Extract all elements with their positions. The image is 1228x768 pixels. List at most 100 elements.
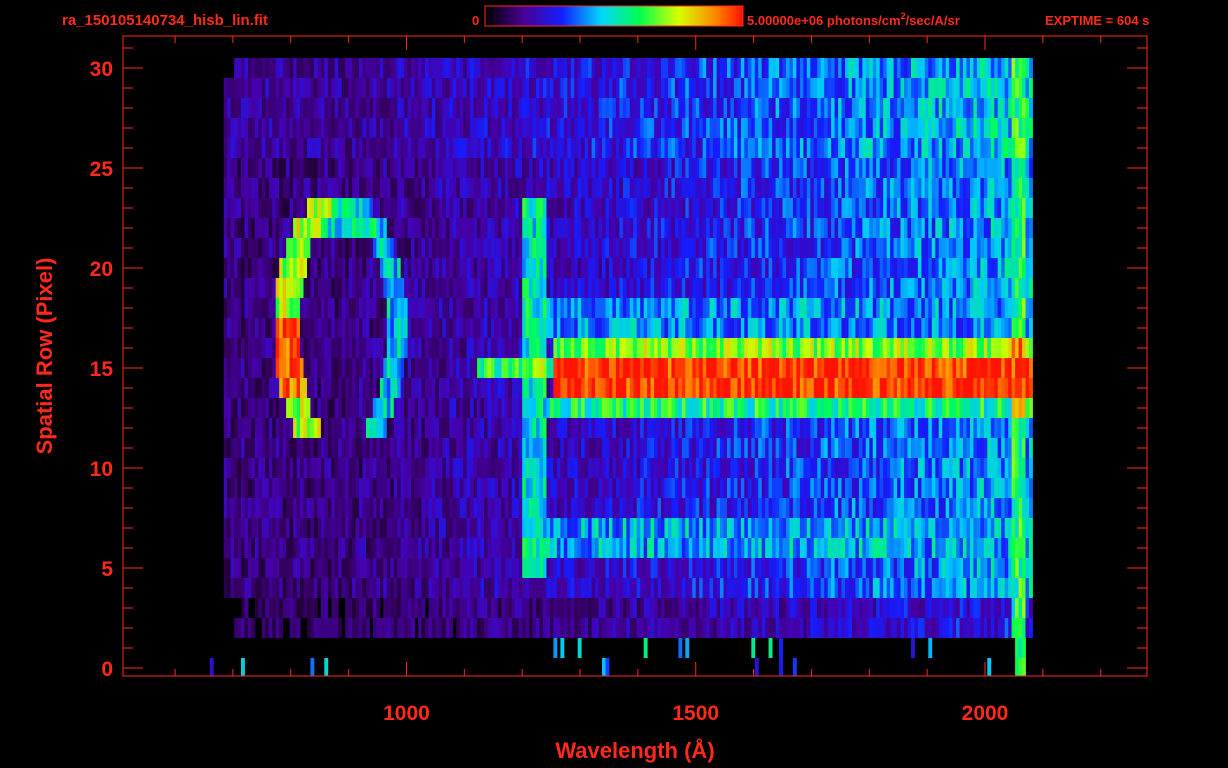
heatmap-cell	[740, 478, 745, 498]
heatmap-cell	[275, 438, 280, 458]
heatmap-cell	[772, 578, 776, 598]
heatmap-cell	[421, 338, 426, 358]
heatmap-cell	[442, 378, 447, 398]
heatmap-cell	[501, 458, 506, 478]
heatmap-cell	[980, 558, 985, 578]
heatmap-cell	[838, 318, 842, 338]
heatmap-cell	[661, 398, 665, 418]
heatmap-cell	[622, 218, 627, 238]
heatmap-cell	[550, 398, 554, 418]
heatmap-cell	[626, 578, 631, 598]
heatmap-cell	[768, 238, 773, 258]
heatmap-cell	[376, 218, 381, 238]
heatmap-cell	[893, 458, 898, 478]
heatmap-cell	[765, 398, 770, 418]
heatmap-cell	[813, 218, 818, 238]
heatmap-cell	[366, 558, 370, 578]
heatmap-cell	[890, 578, 894, 598]
heatmap-cell	[685, 538, 690, 558]
heatmap-cell	[786, 498, 790, 518]
heatmap-cell	[331, 618, 336, 638]
heatmap-cell	[668, 318, 672, 338]
heatmap-cell	[254, 418, 259, 438]
heatmap-cell	[598, 298, 603, 318]
heatmap-cell	[1004, 458, 1009, 478]
heatmap-cell	[563, 278, 568, 298]
heatmap-cell	[841, 498, 846, 518]
heatmap-cell	[959, 598, 964, 618]
heatmap-cell	[383, 238, 388, 258]
heatmap-cell	[546, 398, 551, 418]
heatmap-cell	[786, 438, 790, 458]
heatmap-cell	[654, 278, 658, 298]
heatmap-cell	[827, 578, 832, 598]
heatmap-cell	[473, 458, 478, 478]
heatmap-cell	[685, 338, 690, 358]
heatmap-cell	[251, 318, 256, 338]
heatmap-cell	[421, 578, 426, 598]
heatmap-cell	[435, 598, 440, 618]
heatmap-cell	[855, 518, 860, 538]
heatmap-cell	[300, 378, 304, 398]
heatmap-cell	[831, 458, 835, 478]
heatmap-cell	[820, 618, 825, 638]
heatmap-cell	[282, 438, 287, 458]
heatmap-cell	[942, 338, 947, 358]
heatmap-cell	[553, 518, 558, 538]
heatmap-cell	[671, 418, 676, 438]
heatmap-cell	[376, 538, 381, 558]
heatmap-cell	[751, 478, 756, 498]
heatmap-cell	[699, 218, 704, 238]
heatmap-cell	[473, 238, 478, 258]
heatmap-cell	[626, 538, 631, 558]
heatmap-cell	[431, 538, 436, 558]
heatmap-cell	[810, 618, 815, 638]
heatmap-cell	[268, 518, 273, 538]
heatmap-cell	[879, 218, 884, 238]
heatmap-cell	[348, 338, 353, 358]
heatmap-cell	[487, 478, 492, 498]
heatmap-cell	[501, 318, 506, 338]
heatmap-cell	[459, 498, 464, 518]
heatmap-cell	[397, 518, 402, 538]
heatmap-cell	[928, 418, 933, 438]
heatmap-cell	[938, 338, 943, 358]
heatmap-cell	[227, 418, 231, 438]
heatmap-cell	[418, 518, 422, 538]
heatmap-cell	[1025, 458, 1030, 478]
heatmap-cell	[459, 558, 464, 578]
heatmap-cell	[591, 578, 596, 598]
heatmap-cell	[577, 618, 582, 638]
heatmap-cell	[400, 198, 405, 218]
heatmap-cell	[372, 218, 377, 238]
heatmap-cell	[622, 358, 627, 378]
heatmap-cell	[244, 358, 249, 378]
heatmap-cell	[789, 618, 794, 638]
heatmap-cell	[976, 418, 981, 438]
heatmap-cell	[987, 318, 992, 338]
heatmap-cell	[713, 598, 717, 618]
heatmap-cell	[418, 378, 422, 398]
heatmap-cell	[872, 458, 877, 478]
heatmap-cell	[688, 458, 693, 478]
heatmap-cell	[796, 378, 801, 398]
heatmap-cell	[685, 358, 690, 378]
heatmap-cell	[459, 438, 464, 458]
heatmap-cell	[282, 558, 287, 578]
heatmap-cell	[254, 198, 259, 218]
heatmap-cell	[477, 398, 481, 418]
heatmap-cell	[341, 478, 346, 498]
heatmap-cell	[522, 278, 527, 298]
heatmap-cell	[911, 478, 915, 498]
heatmap-cell	[609, 478, 613, 498]
heatmap-cell	[640, 538, 645, 558]
heatmap-cell	[1018, 218, 1023, 238]
heatmap-cell	[289, 418, 294, 438]
heatmap-cell	[782, 278, 787, 298]
heatmap-cell	[605, 618, 610, 638]
heatmap-cell	[317, 498, 322, 518]
heatmap-cell	[810, 598, 815, 618]
heatmap-cell	[855, 438, 860, 458]
heatmap-cell	[727, 318, 731, 338]
heatmap-cell	[883, 518, 888, 538]
